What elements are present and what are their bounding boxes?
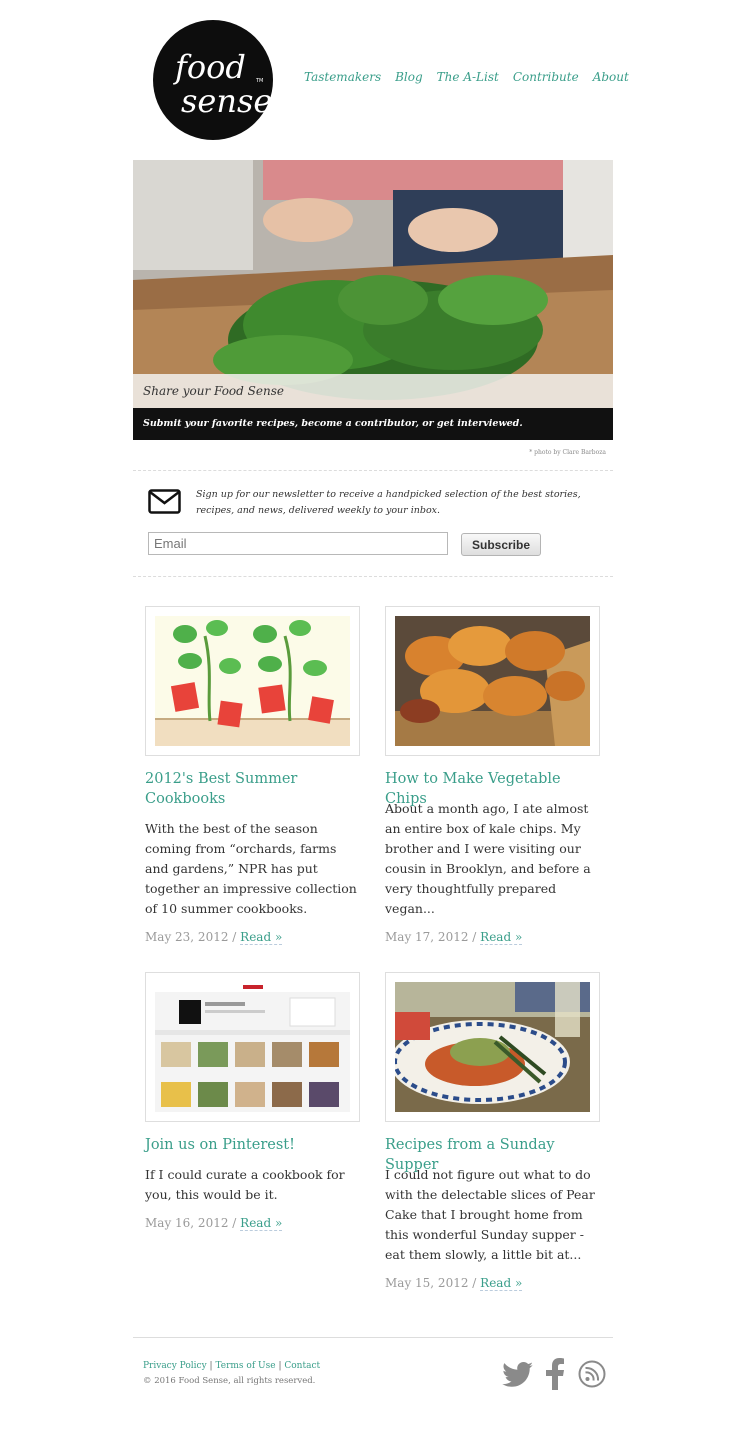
post-thumbnail[interactable] — [145, 972, 360, 1122]
post-date: May 23, 2012 — [145, 930, 229, 944]
post-title[interactable]: Join us on Pinterest! — [145, 1135, 361, 1155]
copyright-text: © 2016 Food Sense, all rights reserved. — [143, 1376, 316, 1386]
post-thumbnail[interactable] — [385, 606, 600, 756]
read-more-link[interactable]: Read » — [240, 930, 283, 945]
footer-links: Privacy Policy | Terms of Use | Contact — [143, 1361, 320, 1371]
read-more-link[interactable]: Read » — [480, 1276, 523, 1291]
divider-bottom — [133, 576, 613, 577]
privacy-policy-link[interactable]: Privacy Policy — [143, 1361, 207, 1371]
newsletter-description: Sign up for our newsletter to receive a … — [196, 489, 581, 516]
cookbooks-illustration — [155, 616, 350, 746]
food-sense-logo[interactable]: food sense TM — [153, 20, 273, 140]
hero-caption: Share your Food Sense — [133, 374, 613, 408]
hero-banner[interactable]: Share your Food Sense Submit your favori… — [133, 160, 613, 440]
main-nav: Tastemakers Blog The A-List Contribute A… — [304, 70, 629, 84]
pinterest-screenshot — [155, 982, 350, 1112]
sunday-supper-photo — [395, 982, 590, 1112]
post-date: May 15, 2012 — [385, 1276, 469, 1290]
post-excerpt: With the best of the season coming from … — [145, 821, 357, 916]
post-excerpt: About a month ago, I ate almost an entir… — [385, 801, 591, 916]
envelope-icon — [148, 489, 181, 518]
footer-separator: | — [278, 1361, 282, 1371]
post-meta: May 23, 2012 / Read » — [145, 930, 283, 945]
svg-text:TM: TM — [255, 78, 263, 84]
post-title[interactable]: 2012's Best Summer Cookbooks — [145, 769, 361, 809]
hero-caption-text: Share your Food Sense — [143, 384, 284, 398]
nav-about[interactable]: About — [593, 70, 629, 84]
nav-tastemakers[interactable]: Tastemakers — [304, 70, 381, 84]
post-excerpt: I could not figure out what to do with t… — [385, 1167, 595, 1262]
post-date: May 16, 2012 — [145, 1216, 229, 1230]
read-more-link[interactable]: Read » — [480, 930, 523, 945]
divider-top — [133, 470, 613, 471]
post-meta: May 15, 2012 / Read » — [385, 1276, 523, 1291]
post-meta: May 16, 2012 / Read » — [145, 1216, 283, 1231]
svg-text:food: food — [173, 48, 246, 86]
hero-tagline: Submit your favorite recipes, become a c… — [143, 418, 523, 429]
logo-wordmark: food sense TM — [173, 48, 272, 120]
read-more-link[interactable]: Read » — [240, 1216, 283, 1231]
facebook-icon[interactable] — [544, 1358, 566, 1394]
photo-credit: * photo by Clare Barboza — [529, 449, 606, 456]
subscribe-button[interactable]: Subscribe — [461, 533, 541, 556]
svg-text:sense: sense — [181, 82, 272, 120]
post-excerpt: If I could curate a cookbook for you, th… — [145, 1167, 345, 1202]
post-meta: May 17, 2012 / Read » — [385, 930, 523, 945]
vegetable-chips-photo — [395, 616, 590, 746]
nav-blog[interactable]: Blog — [395, 70, 423, 84]
twitter-bird-icon[interactable] — [501, 1358, 535, 1394]
footer-divider — [133, 1337, 613, 1338]
nav-contribute[interactable]: Contribute — [513, 70, 579, 84]
rss-icon[interactable] — [577, 1358, 607, 1394]
nav-the-a-list[interactable]: The A-List — [437, 70, 499, 84]
footer-separator: | — [209, 1361, 213, 1371]
hero-tagline-bar: Submit your favorite recipes, become a c… — [133, 408, 613, 440]
post-thumbnail[interactable] — [145, 606, 360, 756]
email-input[interactable] — [148, 532, 448, 555]
post-thumbnail[interactable] — [385, 972, 600, 1122]
post-date: May 17, 2012 — [385, 930, 469, 944]
contact-link[interactable]: Contact — [284, 1361, 320, 1371]
terms-of-use-link[interactable]: Terms of Use — [215, 1361, 275, 1371]
